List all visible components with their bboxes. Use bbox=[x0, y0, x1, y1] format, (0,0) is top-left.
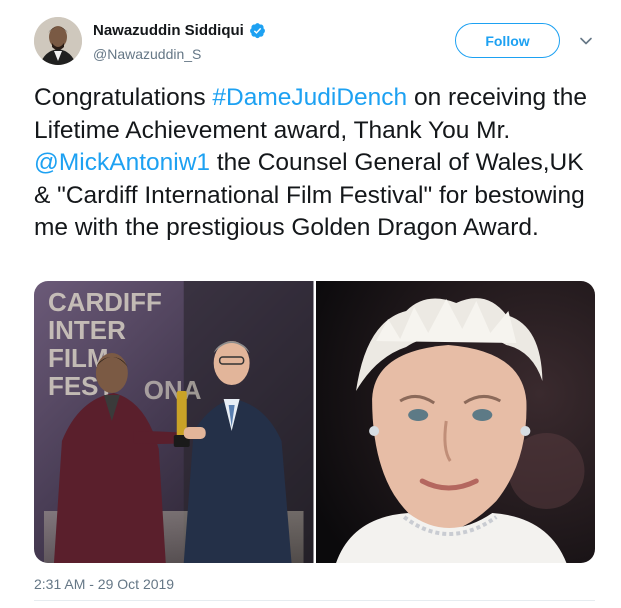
divider bbox=[34, 600, 595, 601]
tweet-card: Nawazuddin Siddiqui @Nawazuddin_S Follow… bbox=[0, 0, 621, 608]
award-ceremony-photo[interactable]: CARDIFF INTER FILM FEST ONA bbox=[34, 281, 314, 563]
profile-avatar-image bbox=[34, 17, 82, 65]
tweet-text-part: Congratulations bbox=[34, 84, 213, 111]
tweet-timestamp[interactable]: 2:31 AM - 29 Oct 2019 bbox=[34, 576, 174, 592]
avatar[interactable] bbox=[34, 17, 82, 65]
hashtag-link[interactable]: #DameJudiDench bbox=[212, 84, 407, 111]
judi-dench-portrait-photo[interactable] bbox=[315, 281, 595, 563]
backdrop-text: INTER bbox=[48, 315, 126, 345]
media-grid: CARDIFF INTER FILM FEST ONA bbox=[34, 281, 595, 563]
verified-badge-icon bbox=[249, 23, 265, 39]
backdrop-text: ONA bbox=[144, 375, 202, 405]
award-ceremony-image: CARDIFF INTER FILM FEST ONA bbox=[34, 281, 314, 563]
author-name[interactable]: Nawazuddin Siddiqui bbox=[93, 22, 244, 39]
follow-button[interactable]: Follow bbox=[455, 23, 560, 58]
backdrop-text: CARDIFF bbox=[48, 287, 162, 317]
author-handle[interactable]: @Nawazuddin_S bbox=[93, 46, 201, 62]
author-name-row: Nawazuddin Siddiqui bbox=[93, 22, 266, 39]
portrait-image bbox=[315, 281, 595, 563]
chevron-down-icon[interactable] bbox=[578, 33, 594, 49]
tweet-text: Congratulations #DameJudiDench on receiv… bbox=[34, 82, 604, 245]
mention-link[interactable]: @MickAntoniw1 bbox=[34, 149, 210, 176]
